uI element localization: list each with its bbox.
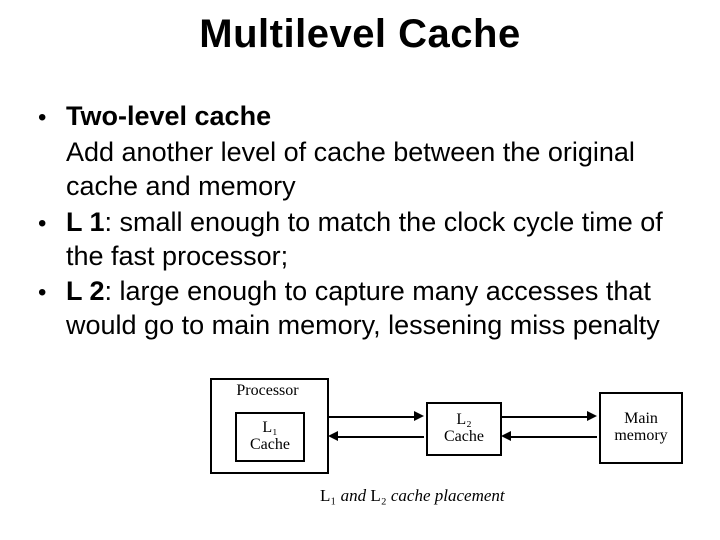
diagram-caption: L₁ and L₂ cache placement bbox=[320, 486, 505, 506]
l1-top: L₁ bbox=[262, 420, 277, 437]
bullet-3-text: L 2: large enough to capture many access… bbox=[66, 275, 678, 343]
l1-cache-box: L₁ Cache bbox=[235, 412, 305, 462]
caption-l2: L₂ bbox=[370, 486, 386, 505]
caption-and: and bbox=[336, 486, 370, 505]
arrow-mem-l2-bot bbox=[509, 436, 597, 438]
processor-label: Processor bbox=[210, 382, 325, 400]
l1-bot: Cache bbox=[250, 437, 290, 454]
slide-title: Multilevel Cache bbox=[0, 12, 720, 57]
bullet-2-head: L 1 bbox=[66, 207, 105, 237]
arrow-head-proc-l2 bbox=[414, 411, 424, 421]
bullet-1: • Two-level cache bbox=[38, 100, 678, 134]
arrow-proc-l2-top bbox=[328, 416, 416, 418]
bullet-2: • L 1: small enough to match the clock c… bbox=[38, 206, 678, 274]
slide-body: • Two-level cache Add another level of c… bbox=[38, 100, 678, 345]
bullet-3-head: L 2 bbox=[66, 276, 105, 306]
arrow-head-l2-mem bbox=[587, 411, 597, 421]
slide: Multilevel Cache • Two-level cache Add a… bbox=[0, 0, 720, 540]
arrow-head-l2-proc bbox=[328, 431, 338, 441]
mem-bot: memory bbox=[614, 428, 667, 445]
main-memory-box: Main memory bbox=[599, 392, 683, 464]
bullet-dot: • bbox=[38, 275, 66, 343]
l2-cache-box: L₂ Cache bbox=[426, 402, 502, 456]
bullet-2-text: L 1: small enough to match the clock cyc… bbox=[66, 206, 678, 274]
bullet-dot: • bbox=[38, 206, 66, 274]
arrow-head-mem-l2 bbox=[501, 431, 511, 441]
bullet-1-text: Two-level cache bbox=[66, 100, 678, 134]
caption-rest: cache placement bbox=[387, 486, 505, 505]
bullet-1-sub: Add another level of cache between the o… bbox=[66, 136, 678, 204]
bullet-dot: • bbox=[38, 100, 66, 134]
bullet-1-head: Two-level cache bbox=[66, 101, 271, 131]
bullet-2-rest: : small enough to match the clock cycle … bbox=[66, 207, 663, 271]
arrow-l2-proc-bot bbox=[336, 436, 424, 438]
mem-top: Main bbox=[624, 411, 658, 428]
arrow-l2-mem-top bbox=[501, 416, 589, 418]
caption-l1: L₁ bbox=[320, 486, 336, 505]
cache-diagram: Processor L₁ Cache L₂ Cache Main memory … bbox=[170, 378, 690, 528]
l2-top: L₂ bbox=[456, 412, 471, 429]
l2-bot: Cache bbox=[444, 429, 484, 446]
bullet-3: • L 2: large enough to capture many acce… bbox=[38, 275, 678, 343]
bullet-3-rest: : large enough to capture many accesses … bbox=[66, 276, 660, 340]
